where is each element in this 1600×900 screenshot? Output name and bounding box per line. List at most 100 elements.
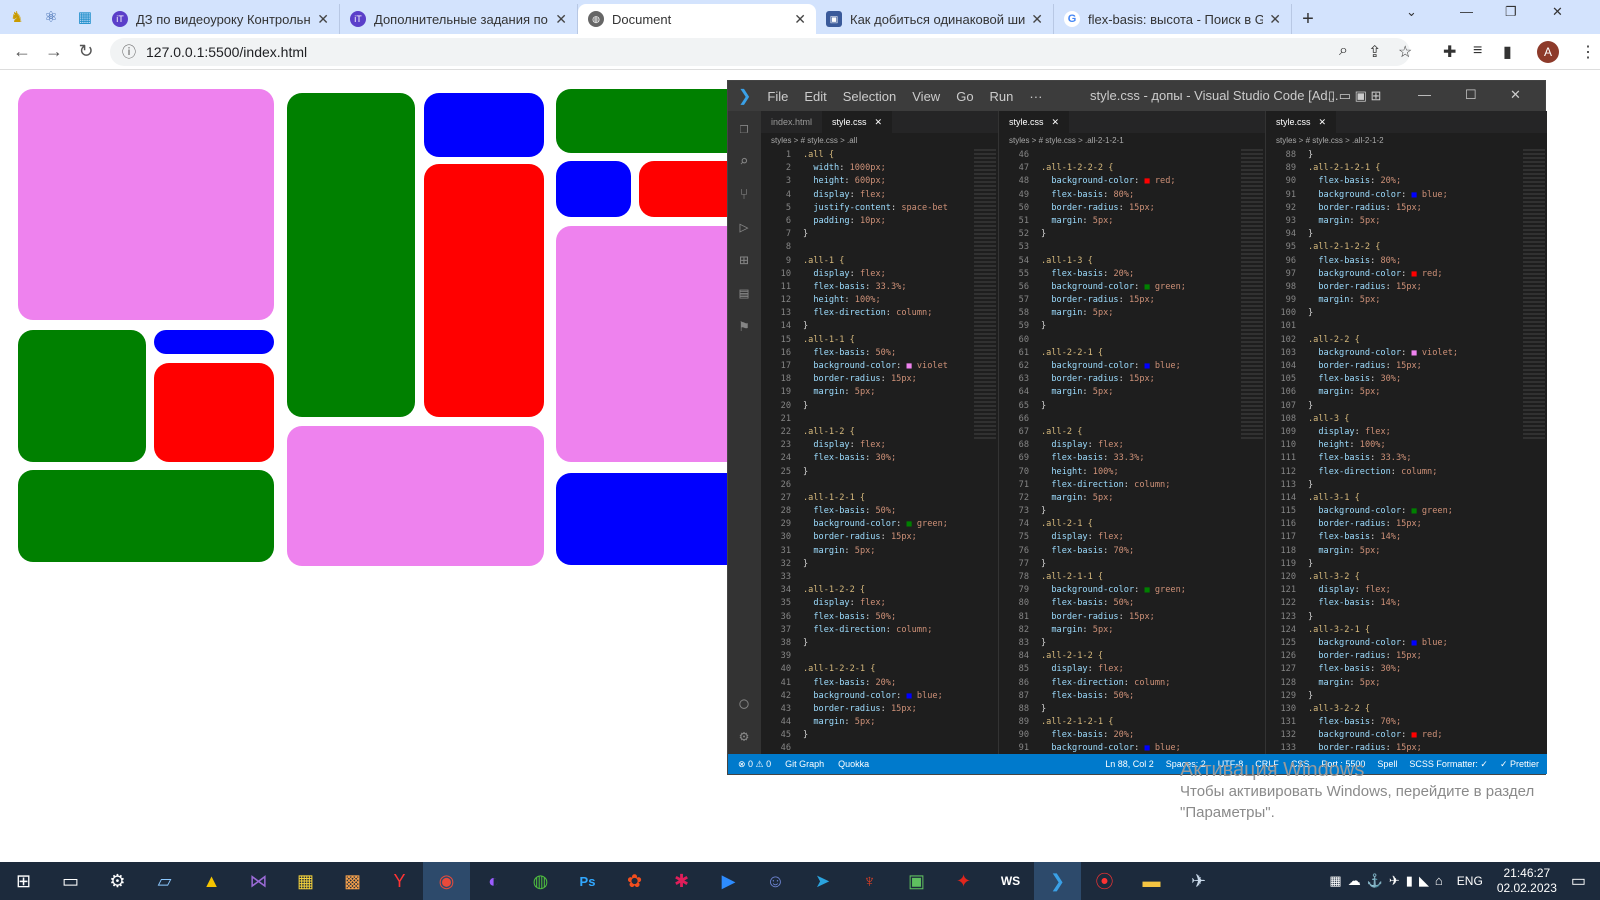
source-control-icon[interactable]: ⑂: [728, 177, 760, 210]
code-line[interactable]: 44 margin: 5px;: [761, 716, 972, 729]
webstorm-icon[interactable]: WS: [987, 862, 1034, 900]
menu-view[interactable]: View: [912, 89, 940, 104]
code-line[interactable]: 56 background-color: ■ green;: [999, 281, 1239, 294]
close-icon[interactable]: ✕: [875, 117, 883, 128]
code-line[interactable]: 79 background-color: ■ green;: [999, 584, 1239, 597]
tab-style-css[interactable]: style.css ✕: [1266, 111, 1337, 133]
warning-app-icon[interactable]: ▲: [188, 862, 235, 900]
media-icon[interactable]: ≡: [1473, 42, 1482, 60]
code-line[interactable]: 126 border-radius: 15px;: [1266, 650, 1521, 663]
code-line[interactable]: 110 height: 100%;: [1266, 439, 1521, 452]
breadcrumb[interactable]: styles > # style.css > .all-2-1-2: [1266, 133, 1547, 148]
code-line[interactable]: 46: [999, 149, 1239, 162]
app-icon[interactable]: ✈: [1175, 862, 1222, 900]
code-line[interactable]: 11 flex-basis: 33.3%;: [761, 281, 972, 294]
code-line[interactable]: 51 margin: 5px;: [999, 215, 1239, 228]
quokka-status[interactable]: Quokka: [838, 759, 869, 769]
browser-tab-3[interactable]: ◍ Document ✕: [578, 4, 816, 34]
code-line[interactable]: 120 .all-3-2 {: [1266, 571, 1521, 584]
explorer-folder-icon[interactable]: ▬: [1128, 862, 1175, 900]
code-line[interactable]: 77}: [999, 558, 1239, 571]
code-line[interactable]: 131 flex-basis: 70%;: [1266, 716, 1521, 729]
tray-icons[interactable]: ▦☁⚓✈▮◣⌂: [1329, 873, 1448, 889]
code-line[interactable]: 39: [761, 650, 972, 663]
code-line[interactable]: 90 flex-basis: 20%;: [1266, 175, 1521, 188]
code-line[interactable]: 66: [999, 413, 1239, 426]
code-line[interactable]: 124 .all-3-2-1 {: [1266, 624, 1521, 637]
code-line[interactable]: 57 border-radius: 15px;: [999, 294, 1239, 307]
record-icon[interactable]: ⦿: [1081, 862, 1128, 900]
minimap[interactable]: [974, 149, 996, 439]
code-line[interactable]: 109 display: flex;: [1266, 426, 1521, 439]
tab-style-css[interactable]: style.css ✕: [822, 111, 893, 133]
code-line[interactable]: 2 width: 1000px;: [761, 162, 972, 175]
tab-search-icon[interactable]: ⌄: [1406, 4, 1417, 20]
telegram-icon[interactable]: ➤: [799, 862, 846, 900]
code-line[interactable]: 5 justify-content: space-bet: [761, 202, 972, 215]
notepad-icon[interactable]: ▱: [141, 862, 188, 900]
menu-edit[interactable]: Edit: [804, 89, 826, 104]
code-line[interactable]: 118 margin: 5px;: [1266, 545, 1521, 558]
code-line[interactable]: 65}: [999, 400, 1239, 413]
code-line[interactable]: 75 display: flex;: [999, 531, 1239, 544]
code-line[interactable]: 48 background-color: ■ red;: [999, 175, 1239, 188]
code-line[interactable]: 16 flex-basis: 50%;: [761, 347, 972, 360]
code-line[interactable]: 87 flex-basis: 50%;: [999, 690, 1239, 703]
discord-icon[interactable]: ☺: [752, 862, 799, 900]
code-line[interactable]: 61 .all-2-2-1 {: [999, 347, 1239, 360]
code-line[interactable]: 34 .all-1-2-2 {: [761, 584, 972, 597]
browser-tab-4[interactable]: ▣ Как добиться одинаковой шир ✕: [816, 4, 1054, 34]
code-line[interactable]: 74 .all-2-1 {: [999, 518, 1239, 531]
menu-more[interactable]: ···: [1029, 89, 1042, 104]
code-line[interactable]: 52}: [999, 228, 1239, 241]
close-window-icon[interactable]: ✕: [1552, 4, 1563, 20]
code-line[interactable]: 18 border-radius: 15px;: [761, 373, 972, 386]
menu-file[interactable]: File: [767, 89, 788, 104]
code-line[interactable]: 70 height: 100%;: [999, 466, 1239, 479]
settings-gear-icon[interactable]: ⚙: [94, 862, 141, 900]
code-line[interactable]: 8: [761, 241, 972, 254]
code-line[interactable]: 29 background-color: ■ green;: [761, 518, 972, 531]
code-line[interactable]: 89 .all-2-1-2-1 {: [1266, 162, 1521, 175]
zoom-icon[interactable]: ▶: [705, 862, 752, 900]
code-line[interactable]: 95 .all-2-1-2-2 {: [1266, 241, 1521, 254]
extensions-icon[interactable]: ⊞: [728, 243, 760, 276]
code-line[interactable]: 25}: [761, 466, 972, 479]
pinned-tab-3[interactable]: ▦: [68, 0, 102, 34]
code-line[interactable]: 31 margin: 5px;: [761, 545, 972, 558]
code-line[interactable]: 128 margin: 5px;: [1266, 677, 1521, 690]
code-line[interactable]: 99 margin: 5px;: [1266, 294, 1521, 307]
code-editor[interactable]: 88} 89 .all-2-1-2-1 {90 flex-basis: 20%; 91…: [1266, 149, 1521, 755]
code-line[interactable]: 55 flex-basis: 20%;: [999, 268, 1239, 281]
reload-icon[interactable]: ↻: [70, 41, 102, 62]
share-icon[interactable]: ⇪: [1368, 42, 1381, 62]
code-line[interactable]: 121 display: flex;: [1266, 584, 1521, 597]
notifications-icon[interactable]: ▭: [1571, 871, 1586, 891]
code-line[interactable]: 117 flex-basis: 14%;: [1266, 531, 1521, 544]
problems-status[interactable]: ⊗ 0 ⚠ 0: [738, 759, 771, 770]
code-line[interactable]: 94}: [1266, 228, 1521, 241]
code-line[interactable]: 115 background-color: ■ green;: [1266, 505, 1521, 518]
minimize-icon[interactable]: —: [1418, 87, 1431, 102]
git-graph-status[interactable]: Git Graph: [785, 759, 824, 769]
restore-icon[interactable]: ❐: [1505, 4, 1517, 20]
code-line[interactable]: 50 border-radius: 15px;: [999, 202, 1239, 215]
code-line[interactable]: 33: [761, 571, 972, 584]
menu-run[interactable]: Run: [990, 89, 1014, 104]
back-icon[interactable]: ←: [6, 41, 38, 62]
code-line[interactable]: 24 flex-basis: 30%;: [761, 452, 972, 465]
code-line[interactable]: 20}: [761, 400, 972, 413]
code-line[interactable]: 102 .all-2-2 {: [1266, 334, 1521, 347]
code-line[interactable]: 42 background-color: ■ blue;: [761, 690, 972, 703]
layout-icon[interactable]: ▯ ▭ ▣ ⊞: [1328, 88, 1381, 104]
python-icon[interactable]: ▦: [282, 862, 329, 900]
forward-icon[interactable]: →: [38, 41, 70, 62]
code-line[interactable]: 45}: [761, 729, 972, 742]
code-line[interactable]: 43 border-radius: 15px;: [761, 703, 972, 716]
code-line[interactable]: 122 flex-basis: 14%;: [1266, 597, 1521, 610]
code-line[interactable]: 116 border-radius: 15px;: [1266, 518, 1521, 531]
code-line[interactable]: 47 .all-1-2-2-2 {: [999, 162, 1239, 175]
terminal-icon[interactable]: ▣: [893, 862, 940, 900]
code-line[interactable]: 119}: [1266, 558, 1521, 571]
code-line[interactable]: 41 flex-basis: 20%;: [761, 677, 972, 690]
